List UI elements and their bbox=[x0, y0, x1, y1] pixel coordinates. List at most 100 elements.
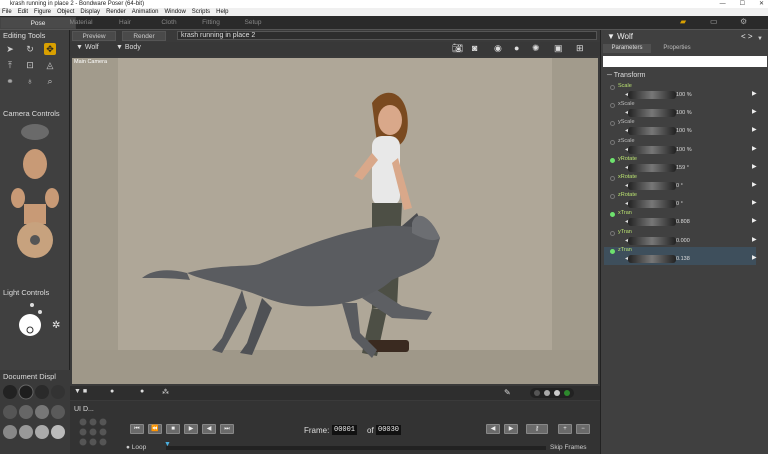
keyframe-dot-icon[interactable] bbox=[610, 230, 615, 236]
param-row-ytran[interactable]: yTran◀0.000▶ bbox=[604, 229, 757, 247]
add-key-button[interactable]: + bbox=[558, 424, 572, 434]
display-style-swatches[interactable] bbox=[2, 384, 66, 450]
background-color-widget[interactable] bbox=[530, 388, 574, 398]
last-frame-button[interactable]: ⏭ bbox=[220, 424, 234, 434]
param-row-zrotate[interactable]: zRotate◀0 °▶ bbox=[604, 192, 757, 210]
figure-dropdown[interactable]: ▼ Wolf bbox=[76, 44, 99, 51]
timeline-track[interactable] bbox=[166, 446, 546, 450]
chat-icon[interactable]: ▭ bbox=[710, 17, 718, 29]
keyframe-dot-icon[interactable] bbox=[610, 139, 615, 145]
param-menu-icon[interactable]: ▶ bbox=[752, 236, 757, 243]
menu-render[interactable]: Render bbox=[106, 8, 126, 16]
lighting-icon[interactable]: ✺ bbox=[532, 43, 540, 54]
param-menu-icon[interactable]: ▶ bbox=[752, 254, 757, 261]
menu-window[interactable]: Window bbox=[164, 8, 185, 16]
parameter-search-input[interactable] bbox=[603, 56, 767, 67]
param-value[interactable]: 100 % bbox=[676, 128, 692, 134]
keyframe-dot-icon[interactable] bbox=[610, 194, 615, 200]
shadow-toggle-icon[interactable]: ● bbox=[110, 388, 114, 395]
tab-setup[interactable]: Setup bbox=[220, 17, 286, 29]
memory-dots-grid[interactable] bbox=[78, 417, 110, 449]
transform-group[interactable]: ─ Transform bbox=[607, 72, 645, 79]
menu-file[interactable]: File bbox=[2, 8, 12, 16]
menu-scripts[interactable]: Scripts bbox=[192, 8, 210, 16]
chain-break-icon[interactable]: ⚭ bbox=[4, 75, 16, 87]
param-menu-icon[interactable]: ▶ bbox=[752, 181, 757, 188]
param-dial[interactable] bbox=[628, 236, 676, 245]
param-menu-icon[interactable]: ▶ bbox=[752, 126, 757, 133]
render-camera-icon[interactable]: ◙ bbox=[472, 43, 477, 53]
notifications-icon[interactable]: ▰ bbox=[680, 17, 686, 29]
param-row-yrotate[interactable]: yRotate◀159 °▶ bbox=[604, 156, 757, 174]
key-icon[interactable]: ⚷ bbox=[526, 424, 548, 434]
loop-toggle[interactable]: ● Loop bbox=[126, 444, 146, 451]
param-dial[interactable] bbox=[628, 254, 676, 263]
param-dial[interactable] bbox=[628, 91, 676, 99]
param-value[interactable]: 0.000 bbox=[676, 238, 690, 244]
menu-figure[interactable]: Figure bbox=[34, 8, 51, 16]
tab-parameters[interactable]: Parameters bbox=[603, 44, 651, 53]
param-dial[interactable] bbox=[628, 145, 676, 154]
keyframe-dot-icon[interactable] bbox=[610, 212, 615, 218]
first-frame-button[interactable]: ⏮ bbox=[130, 424, 144, 434]
param-menu-icon[interactable]: ▶ bbox=[752, 108, 757, 115]
taper-tool-icon[interactable]: ◬ bbox=[44, 59, 56, 71]
keyframe-dot-icon[interactable] bbox=[610, 121, 615, 127]
step-back-button[interactable]: ◀ bbox=[486, 424, 500, 434]
rotate-tool-icon[interactable]: ↻ bbox=[24, 43, 36, 55]
skip-frames-label[interactable]: Skip Frames bbox=[550, 444, 586, 451]
menu-edit[interactable]: Edit bbox=[18, 8, 28, 16]
keyframe-dot-icon[interactable] bbox=[610, 157, 615, 163]
render-settings-icon[interactable]: ◉ bbox=[494, 43, 502, 54]
twist-tool-icon[interactable]: ⤒ bbox=[4, 59, 16, 71]
param-row-zscale[interactable]: zScale◀100 %▶ bbox=[604, 138, 757, 156]
pencil-icon[interactable]: ✎ bbox=[504, 388, 511, 397]
keyframe-dot-icon[interactable] bbox=[610, 85, 615, 90]
param-dial[interactable] bbox=[628, 163, 676, 172]
background-toggle-icon[interactable]: ⁂ bbox=[162, 388, 169, 396]
param-value[interactable]: 0.138 bbox=[676, 256, 690, 262]
step-forward-button[interactable]: ▶ bbox=[504, 424, 518, 434]
menu-object[interactable]: Object bbox=[57, 8, 74, 16]
param-menu-icon[interactable]: ▶ bbox=[752, 217, 757, 224]
view-options-dropdown[interactable]: ▼ ■ bbox=[74, 388, 87, 395]
view-magnifier-icon[interactable]: ⌕ bbox=[44, 75, 56, 87]
grid-view-icon[interactable]: ⊞ bbox=[576, 43, 584, 54]
param-row-yscale[interactable]: yScale◀100 %▶ bbox=[604, 119, 757, 137]
maximize-icon[interactable]: ☐ bbox=[740, 0, 745, 8]
select-tool-icon[interactable]: ➤ bbox=[4, 43, 16, 55]
ground-toggle-icon[interactable]: ● bbox=[140, 388, 144, 395]
param-value[interactable]: 100 % bbox=[676, 110, 692, 116]
prev-frame-button[interactable]: ◀ bbox=[202, 424, 216, 434]
param-dial[interactable] bbox=[628, 127, 676, 136]
main-camera-viewport[interactable]: Main Camera bbox=[72, 58, 598, 384]
param-row-xscale[interactable]: xScale◀100 %▶ bbox=[604, 101, 757, 119]
record-icon[interactable]: ● bbox=[514, 43, 519, 53]
param-dial[interactable] bbox=[628, 109, 676, 118]
actor-dropdown[interactable]: ▼ Body bbox=[116, 44, 141, 51]
param-value[interactable]: 100 % bbox=[676, 92, 692, 98]
panel-options-icon[interactable]: ▼ bbox=[757, 36, 763, 42]
param-menu-icon[interactable]: ▶ bbox=[752, 199, 757, 206]
param-row-xrotate[interactable]: xRotate◀0 °▶ bbox=[604, 174, 757, 192]
menu-animation[interactable]: Animation bbox=[132, 8, 159, 16]
close-icon[interactable]: ✕ bbox=[759, 0, 764, 8]
scale-tool-icon[interactable]: ⊡ bbox=[24, 59, 36, 71]
tab-render[interactable]: Render bbox=[122, 31, 166, 41]
light-controls-widget[interactable]: ✲ bbox=[10, 300, 66, 340]
menu-display[interactable]: Display bbox=[80, 8, 100, 16]
param-dial[interactable] bbox=[628, 218, 676, 227]
camera-icon[interactable]: 📷︎ bbox=[452, 43, 463, 54]
remove-key-button[interactable]: − bbox=[576, 424, 590, 434]
param-value[interactable]: 100 % bbox=[676, 147, 692, 153]
keyframe-dot-icon[interactable] bbox=[610, 248, 615, 254]
param-menu-icon[interactable]: ▶ bbox=[752, 145, 757, 152]
param-row-xtran[interactable]: xTran◀0.808▶ bbox=[604, 210, 757, 228]
param-value[interactable]: 159 ° bbox=[676, 165, 689, 171]
prev-key-button[interactable]: ⏪ bbox=[148, 424, 162, 434]
keyframe-dot-icon[interactable] bbox=[610, 176, 615, 181]
keyframe-dot-icon[interactable] bbox=[610, 103, 615, 109]
param-dial[interactable] bbox=[628, 200, 676, 209]
param-value[interactable]: 0 ° bbox=[676, 183, 683, 189]
figure-selector[interactable]: ▼ Wolf bbox=[607, 32, 633, 41]
